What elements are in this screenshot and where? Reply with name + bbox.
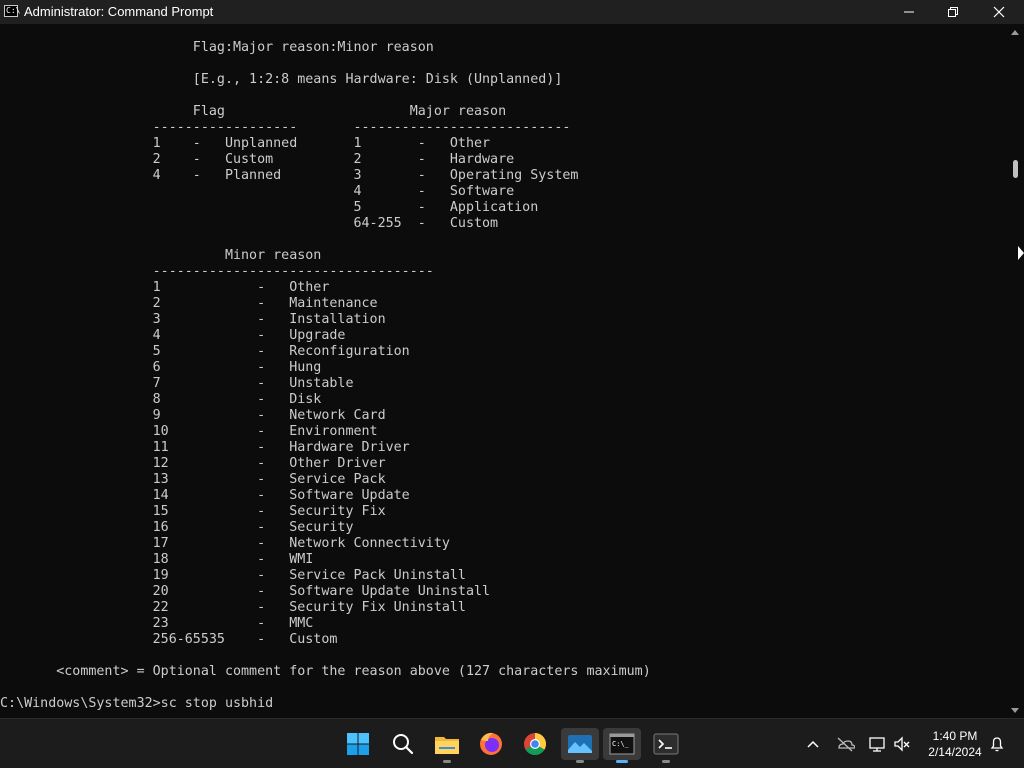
console-line: 7 - Unstable xyxy=(0,376,354,391)
console-line: 256-65535 - Custom xyxy=(0,632,338,647)
console-line: 4 - Upgrade xyxy=(0,328,346,343)
scroll-up-arrow-icon[interactable] xyxy=(1011,30,1019,35)
restore-icon xyxy=(948,7,958,17)
title-bar[interactable]: C:\ Administrator: Command Prompt xyxy=(0,0,1024,24)
console-line: Flag:Major reason:Minor reason xyxy=(0,40,434,55)
console-line: 10 - Environment xyxy=(0,424,378,439)
cmd-icon: C:\_ xyxy=(609,733,635,755)
clock-time: 1:40 PM xyxy=(932,729,978,743)
svg-text:C:\_: C:\_ xyxy=(612,740,630,748)
terminal-button[interactable] xyxy=(650,728,682,763)
console-line: 17 - Network Connectivity xyxy=(0,536,450,551)
console-output[interactable]: Flag:Major reason:Minor reason [E.g., 1:… xyxy=(0,24,1006,718)
console-line: Minor reason xyxy=(0,248,322,263)
console-line: 3 - Installation xyxy=(0,312,386,327)
console-line: 1 - Unplanned 1 - Other xyxy=(0,136,491,151)
console-line: 18 - WMI xyxy=(0,552,314,567)
windows-logo-icon xyxy=(347,733,369,755)
cloud-offline-icon[interactable] xyxy=(835,734,855,754)
console-line: 6 - Hung xyxy=(0,360,322,375)
clock-date: 2/14/2024 xyxy=(928,745,982,759)
console-line: Flag Major reason xyxy=(0,104,507,119)
search-button[interactable] xyxy=(387,728,419,760)
console-line: 16 - Security xyxy=(0,520,354,535)
console-line: 15 - Security Fix xyxy=(0,504,386,519)
mouse-pointer-icon xyxy=(1018,246,1024,260)
vertical-scrollbar[interactable] xyxy=(1006,24,1024,718)
photos-button[interactable] xyxy=(561,728,599,763)
command-prompt-button[interactable]: C:\_ xyxy=(603,728,641,763)
console-line: [E.g., 1:2:8 means Hardware: Disk (Unpla… xyxy=(0,72,563,87)
search-icon xyxy=(393,734,414,755)
photos-icon xyxy=(568,735,592,753)
console-line: 20 - Software Update Uninstall xyxy=(0,584,491,599)
file-explorer-button[interactable] xyxy=(431,728,463,763)
close-icon xyxy=(993,6,1005,18)
minimize-icon xyxy=(904,11,914,13)
console-line: 5 - Application xyxy=(0,200,539,215)
folder-icon xyxy=(435,737,459,754)
console-line: 13 - Service Pack xyxy=(0,472,386,487)
notification-bell-icon[interactable] xyxy=(987,734,1007,754)
console-line: 9 - Network Card xyxy=(0,408,386,423)
scroll-down-arrow-icon[interactable] xyxy=(1011,708,1019,713)
minimize-button[interactable] xyxy=(886,0,932,24)
chevron-up-icon[interactable] xyxy=(803,734,823,754)
chrome-icon xyxy=(524,733,546,755)
console-line: 12 - Other Driver xyxy=(0,456,386,471)
terminal-icon xyxy=(653,733,679,755)
close-button[interactable] xyxy=(976,0,1022,24)
chrome-button[interactable] xyxy=(519,728,551,760)
active-indicator xyxy=(616,760,628,763)
running-indicator xyxy=(576,760,584,763)
console-line: ------------------ ---------------------… xyxy=(0,120,571,135)
console-line: 19 - Service Pack Uninstall xyxy=(0,568,466,583)
console-line: 8 - Disk xyxy=(0,392,322,407)
console-line: 11 - Hardware Driver xyxy=(0,440,410,455)
console-line: 64-255 - Custom xyxy=(0,216,499,231)
taskbar: C:\_ 1:40 PM 2/14/2024 xyxy=(0,718,1024,768)
firefox-button[interactable] xyxy=(475,728,507,760)
console-line: 1 - Other xyxy=(0,280,330,295)
running-indicator xyxy=(662,760,670,763)
console-line: 2 - Maintenance xyxy=(0,296,378,311)
scrollbar-thumb[interactable] xyxy=(1013,160,1018,178)
console-line: C:\Windows\System32>sc stop usbhid xyxy=(0,696,274,711)
cmd-icon: C:\ xyxy=(4,5,21,17)
console-line: 5 - Reconfiguration xyxy=(0,344,410,359)
console-line: 22 - Security Fix Uninstall xyxy=(0,600,466,615)
volume-muted-icon[interactable] xyxy=(892,734,912,754)
system-clock[interactable]: 1:40 PM 2/14/2024 xyxy=(917,728,993,760)
console-line: 23 - MMC xyxy=(0,616,314,631)
firefox-icon xyxy=(480,732,502,755)
window-title: Administrator: Command Prompt xyxy=(24,4,214,19)
console-line: 2 - Custom 2 - Hardware xyxy=(0,152,515,167)
restore-button[interactable] xyxy=(930,0,976,24)
console-line: ----------------------------------- xyxy=(0,264,434,279)
start-button[interactable] xyxy=(342,728,374,760)
console-line: 4 - Software xyxy=(0,184,515,199)
console-line: 4 - Planned 3 - Operating System xyxy=(0,168,579,183)
running-indicator xyxy=(443,760,451,763)
console-line: 14 - Software Update xyxy=(0,488,410,503)
console-line: <comment> = Optional comment for the rea… xyxy=(0,664,651,679)
network-icon[interactable] xyxy=(867,734,887,754)
